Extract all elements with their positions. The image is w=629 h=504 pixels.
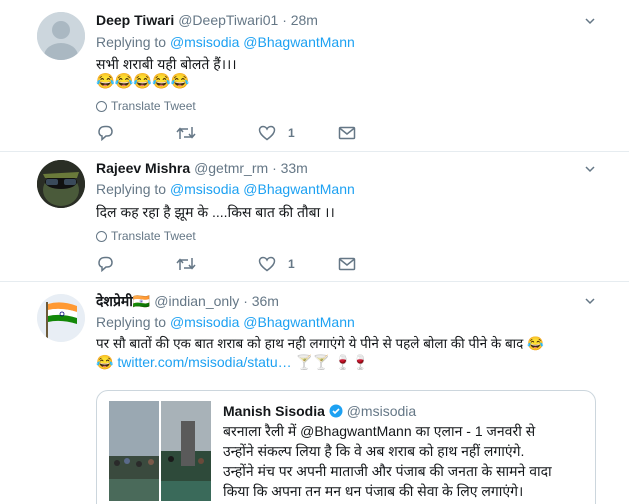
- reply-icon: [98, 125, 113, 141]
- avatar[interactable]: [37, 160, 85, 208]
- tweet-emoji: 😂😂😂😂😂: [96, 73, 190, 90]
- avatar[interactable]: [37, 12, 85, 60]
- quoted-header: Manish Sisodia @msisodia: [223, 403, 416, 419]
- like-button[interactable]: 1: [258, 256, 295, 272]
- chevron-down-icon[interactable]: [585, 296, 595, 306]
- tweet-text: सभी शराबी यही बोलते हैं।।।: [96, 56, 237, 72]
- message-icon: [338, 126, 356, 140]
- globe-icon: [96, 100, 107, 112]
- retweet-button[interactable]: [176, 256, 196, 272]
- quoted-user-name[interactable]: Manish Sisodia: [223, 403, 325, 419]
- globe-icon: [96, 230, 107, 242]
- like-icon: [258, 256, 276, 272]
- replying-to: Replying to @msisodia @BhagwantMann: [96, 181, 355, 197]
- tweet-actions: 1: [96, 125, 366, 145]
- quoted-text: बरनाला रैली में @BhagwantMann का एलान - …: [223, 423, 552, 499]
- chevron-down-icon[interactable]: [585, 16, 595, 26]
- retweet-button[interactable]: [176, 125, 196, 141]
- user-handle[interactable]: @indian_only: [154, 293, 239, 309]
- tweet-header: देशप्रेमी🇮🇳 @indian_only · 36m: [96, 292, 279, 311]
- message-button[interactable]: [338, 125, 356, 141]
- quoted-user-handle[interactable]: @msisodia: [347, 403, 416, 419]
- mention-link[interactable]: @msisodia @BhagwantMann: [170, 181, 355, 197]
- retweet-icon: [176, 127, 196, 139]
- user-name[interactable]: देशप्रेमी: [96, 293, 133, 309]
- status-link[interactable]: twitter.com/msisodia/statu…: [117, 354, 291, 370]
- tweet-text-line2: 😂 twitter.com/msisodia/statu… 🍸🍸 🍷🍷: [96, 354, 370, 370]
- tweet-header: Rajeev Mishra @getmr_rm · 33m: [96, 160, 308, 176]
- translate-tweet[interactable]: Translate Tweet: [96, 229, 196, 243]
- tweet-2[interactable]: Rajeev Mishra @getmr_rm · 33m Replying t…: [0, 152, 629, 282]
- translate-tweet[interactable]: Translate Tweet: [96, 99, 196, 113]
- reply-button[interactable]: [96, 256, 114, 272]
- tweet-text: पर सौ बातों की एक बात शराब को हाथ नही लग…: [96, 336, 544, 351]
- timestamp[interactable]: · 36m: [243, 293, 279, 309]
- user-photo: [37, 294, 85, 342]
- chevron-down-icon[interactable]: [585, 164, 595, 174]
- like-icon: [258, 125, 276, 141]
- timestamp[interactable]: · 33m: [272, 160, 308, 176]
- user-name[interactable]: Deep Tiwari: [96, 12, 174, 28]
- user-photo: [37, 160, 85, 208]
- quoted-photo-2[interactable]: [161, 401, 211, 501]
- default-avatar-icon: [37, 12, 85, 60]
- like-count: 1: [288, 126, 295, 140]
- tweet-text: दिल कह रहा है झूम के ....किस बात की तौबा…: [96, 204, 335, 220]
- replying-to: Replying to @msisodia @BhagwantMann: [96, 34, 355, 50]
- mention-link[interactable]: @msisodia @BhagwantMann: [170, 34, 355, 50]
- reply-icon: [98, 256, 113, 272]
- user-name[interactable]: Rajeev Mishra: [96, 160, 190, 176]
- verified-badge-icon: [329, 404, 343, 418]
- message-icon: [338, 257, 356, 271]
- tweet-1[interactable]: Deep Tiwari @DeepTiwari01 · 28m Replying…: [0, 0, 629, 152]
- mention-link[interactable]: @msisodia @BhagwantMann: [170, 314, 355, 330]
- quoted-tweet[interactable]: Manish Sisodia @msisodia बरनाला रैली में…: [96, 390, 596, 504]
- reply-button[interactable]: [96, 125, 114, 141]
- user-handle[interactable]: @getmr_rm: [194, 160, 268, 176]
- retweet-icon: [176, 258, 196, 270]
- quoted-photo-1[interactable]: [109, 401, 159, 501]
- avatar[interactable]: [37, 294, 85, 342]
- replying-to: Replying to @msisodia @BhagwantMann: [96, 314, 355, 330]
- user-handle[interactable]: @DeepTiwari01: [178, 12, 278, 28]
- like-count: 1: [288, 257, 295, 271]
- tweet-actions: 1: [96, 256, 366, 276]
- message-button[interactable]: [338, 256, 356, 272]
- tweet-header: Deep Tiwari @DeepTiwari01 · 28m: [96, 12, 318, 28]
- like-button[interactable]: 1: [258, 125, 295, 141]
- timestamp[interactable]: · 28m: [282, 12, 318, 28]
- india-flag-icon: 🇮🇳: [132, 293, 151, 309]
